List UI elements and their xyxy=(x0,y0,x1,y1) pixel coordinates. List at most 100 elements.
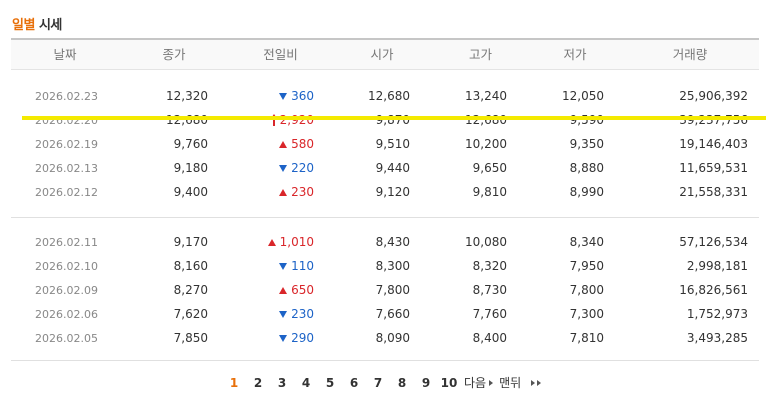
next-page-link[interactable]: 다음 xyxy=(464,374,494,391)
cell-date: 2026.02.13 xyxy=(35,161,98,175)
cell-open: 9,510 xyxy=(375,137,410,151)
table-header: 날짜 종가 전일비 시가 고가 저가 거래량 xyxy=(11,38,759,70)
cell-change: 230 xyxy=(208,307,314,321)
down-triangle-icon xyxy=(279,262,288,270)
cell-date: 2026.02.19 xyxy=(35,137,98,151)
table-row: 2026.02.12 9,400 230 9,120 9,810 8,990 21,558,… xyxy=(11,180,759,204)
page-link-2[interactable]: 2 xyxy=(246,376,270,390)
cell-change-value: 290 xyxy=(291,331,314,345)
page-link-4[interactable]: 4 xyxy=(294,376,318,390)
cell-low: 12,050 xyxy=(562,89,604,103)
up-triangle-icon xyxy=(279,188,288,196)
cell-high: 8,320 xyxy=(472,259,507,273)
cell-volume: 2,998,181 xyxy=(686,259,748,273)
cell-low: 7,300 xyxy=(569,307,604,321)
cell-close: 8,270 xyxy=(173,283,208,297)
cell-high: 10,200 xyxy=(465,137,507,151)
cell-low: 7,810 xyxy=(569,331,604,345)
cell-change-value: 230 xyxy=(291,307,314,321)
cell-date: 2026.02.09 xyxy=(35,283,98,297)
table-row: 2026.02.19 9,760 580 9,510 10,200 9,350 19,146… xyxy=(11,132,759,156)
table-row: 2026.02.05 7,850 290 8,090 8,400 7,810 3,493,2… xyxy=(11,326,759,350)
cell-high: 10,080 xyxy=(465,235,507,249)
row-group-1: 2026.02.23 12,320 360 12,680 13,240 12,050 25,… xyxy=(11,70,759,204)
cell-date: 2026.02.23 xyxy=(35,89,98,103)
page-link-10[interactable]: 10 xyxy=(438,376,460,390)
cell-date: 2026.02.06 xyxy=(35,307,98,321)
cell-close: 12,320 xyxy=(166,89,208,103)
header-close: 종가 xyxy=(162,47,186,62)
cell-volume: 16,826,561 xyxy=(679,283,748,297)
pagination: 1 2 3 4 5 6 7 8 9 10 다음 맨뒤 xyxy=(222,374,543,391)
cell-volume: 3,493,285 xyxy=(686,331,748,345)
cell-close: 7,620 xyxy=(173,307,208,321)
last-label: 맨뒤 xyxy=(499,376,522,390)
row-group-2: 2026.02.11 9,170 1,010 8,430 10,080 8,340 57,1… xyxy=(11,218,759,350)
cell-close: 9,400 xyxy=(173,185,208,199)
down-triangle-icon xyxy=(279,92,288,100)
cell-open: 7,660 xyxy=(375,307,410,321)
down-triangle-icon xyxy=(279,164,288,172)
cell-open: 9,120 xyxy=(375,185,410,199)
cell-change: 650 xyxy=(208,283,314,297)
table-row: 2026.02.11 9,170 1,010 8,430 10,080 8,340 57,1… xyxy=(11,230,759,254)
up-triangle-icon xyxy=(279,286,288,294)
cell-volume: 19,146,403 xyxy=(679,137,748,151)
cell-date: 2026.02.10 xyxy=(35,259,98,273)
cell-high: 8,400 xyxy=(472,331,507,345)
table-row: 2026.02.10 8,160 110 8,300 8,320 7,950 2,998,1… xyxy=(11,254,759,278)
cell-change: 220 xyxy=(208,161,314,175)
cell-open: 9,440 xyxy=(375,161,410,175)
cell-low: 9,350 xyxy=(569,137,604,151)
down-triangle-icon xyxy=(279,310,288,318)
cell-low: 8,880 xyxy=(569,161,604,175)
section-title-rest: 시세 xyxy=(34,18,62,33)
page-link-7[interactable]: 7 xyxy=(366,376,390,390)
cell-high: 9,810 xyxy=(472,185,507,199)
header-open: 시가 xyxy=(370,47,394,62)
cell-date: 2026.02.11 xyxy=(35,235,98,249)
cell-high: 13,240 xyxy=(465,89,507,103)
cell-change-value: 360 xyxy=(291,89,314,103)
table-row: 2026.02.13 9,180 220 9,440 9,650 8,880 11,659,… xyxy=(11,156,759,180)
cell-close: 9,170 xyxy=(173,235,208,249)
page-link-1[interactable]: 1 xyxy=(222,376,246,390)
cell-close: 9,180 xyxy=(173,161,208,175)
page-link-9[interactable]: 9 xyxy=(414,376,438,390)
cell-volume: 11,659,531 xyxy=(679,161,748,175)
cell-change: 290 xyxy=(208,331,314,345)
cell-open: 8,300 xyxy=(375,259,410,273)
cell-close: 9,760 xyxy=(173,137,208,151)
next-arrow-icon xyxy=(489,379,494,386)
header-high: 고가 xyxy=(468,47,492,62)
cell-volume: 57,126,534 xyxy=(679,235,748,249)
cell-low: 7,800 xyxy=(569,283,604,297)
cell-change-value: 230 xyxy=(291,185,314,199)
page-link-6[interactable]: 6 xyxy=(342,376,366,390)
cell-change: 360 xyxy=(208,89,314,103)
cell-volume: 25,906,392 xyxy=(679,89,748,103)
cell-change-value: 110 xyxy=(291,259,314,273)
highlight-marker xyxy=(22,116,766,120)
daily-price-table: 날짜 종가 전일비 시가 고가 저가 거래량 2026.02.23 12,320 3… xyxy=(11,38,759,361)
cell-open: 8,430 xyxy=(375,235,410,249)
cell-change: 230 xyxy=(208,185,314,199)
cell-open: 7,800 xyxy=(375,283,410,297)
cell-close: 8,160 xyxy=(173,259,208,273)
cell-date: 2026.02.05 xyxy=(35,331,98,345)
page-link-5[interactable]: 5 xyxy=(318,376,342,390)
table-row: 2026.02.23 12,320 360 12,680 13,240 12,050 25,… xyxy=(11,84,759,108)
header-date: 날짜 xyxy=(53,47,77,62)
table-row: 2026.02.20 12,680 2,920 9,870 12,680 9,590 39,… xyxy=(11,108,759,132)
page-link-3[interactable]: 3 xyxy=(270,376,294,390)
next-label: 다음 xyxy=(464,376,487,390)
cell-change-value: 580 xyxy=(291,137,314,151)
cell-high: 7,760 xyxy=(472,307,507,321)
cell-change-value: 220 xyxy=(291,161,314,175)
header-change: 전일비 xyxy=(263,46,298,62)
cell-volume: 1,752,973 xyxy=(686,307,748,321)
last-page-link[interactable]: 맨뒤 xyxy=(499,374,543,391)
cell-high: 8,730 xyxy=(472,283,507,297)
double-arrow-icon xyxy=(531,379,543,386)
page-link-8[interactable]: 8 xyxy=(390,376,414,390)
